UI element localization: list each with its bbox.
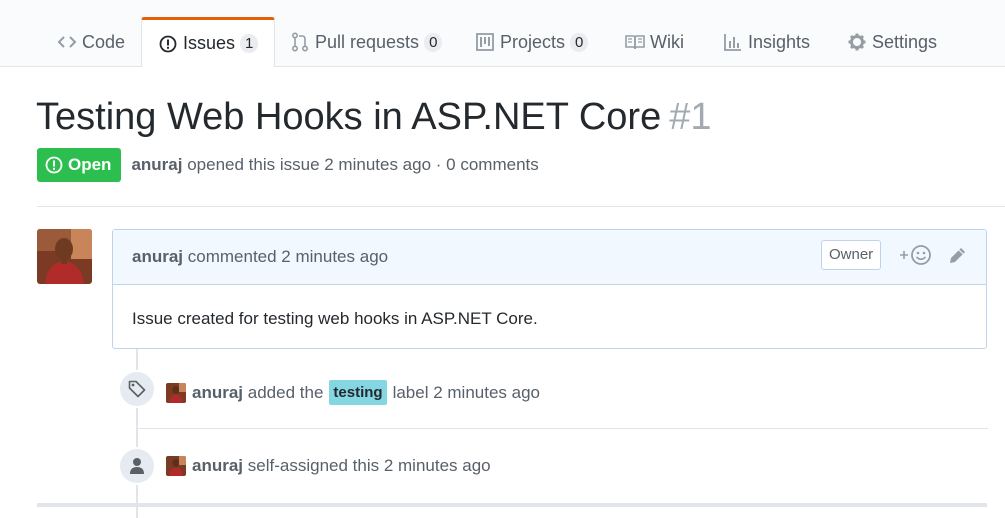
git-pull-request-icon: [290, 32, 310, 52]
issue-opened-icon: [158, 34, 178, 54]
state-label: Open: [68, 155, 112, 174]
graph-icon: [723, 32, 743, 52]
issues-counter: 1: [240, 34, 259, 53]
issue-opened-icon: [45, 156, 63, 174]
tab-projects[interactable]: Projects 0: [475, 18, 589, 66]
projects-counter: 0: [570, 32, 589, 52]
comment-meta: anuraj commented 2 minutes ago: [132, 247, 388, 267]
gear-icon: [847, 32, 867, 52]
issue-number: #1: [669, 96, 712, 138]
tab-insights[interactable]: Insights: [723, 18, 810, 66]
tab-code-label: Code: [82, 31, 126, 52]
issue-title-text: Testing Web Hooks in ASP.NET Core: [36, 96, 662, 138]
comment-header: anuraj commented 2 minutes ago Owner: [113, 230, 986, 285]
code-icon: [57, 32, 77, 52]
book-icon: [625, 32, 645, 52]
timeline-end-bar: [37, 503, 987, 507]
tab-wiki[interactable]: Wiki: [625, 18, 684, 66]
edit-button[interactable]: [947, 246, 967, 271]
actor-avatar[interactable]: [166, 456, 186, 476]
comment-body: Issue created for testing web hooks in A…: [132, 309, 538, 328]
avatar[interactable]: [37, 229, 92, 284]
comment-time[interactable]: commented 2 minutes ago: [188, 247, 388, 266]
issue-meta: Open anuraj opened this issue 2 minutes …: [37, 148, 539, 182]
owner-badge: Owner: [821, 240, 882, 270]
event-text-after: label 2 minutes ago: [392, 382, 541, 402]
timeline-divider: [137, 428, 988, 429]
tab-pull-requests-label: Pull requests: [315, 31, 420, 52]
tab-code[interactable]: Code: [57, 18, 125, 66]
tab-issues-label: Issues: [183, 33, 236, 53]
author-link[interactable]: anuraj: [131, 155, 182, 174]
header-divider: [37, 206, 1005, 207]
person-icon: [130, 458, 144, 474]
pencil-icon: [950, 248, 965, 263]
tab-wiki-label: Wiki: [650, 31, 684, 52]
tab-projects-label: Projects: [500, 31, 566, 52]
actor-link[interactable]: anuraj: [192, 383, 243, 403]
comment-box: anuraj commented 2 minutes ago Owner Iss…: [112, 229, 987, 349]
issue-title: Testing Web Hooks in ASP.NET Core #1: [36, 92, 711, 142]
issue-meta-text: anuraj opened this issue 2 minutes ago ·…: [131, 155, 538, 175]
timeline-event-labeled: anuraj added the testing label 2 minutes…: [166, 380, 540, 405]
tab-insights-label: Insights: [748, 31, 811, 52]
event-text-before: added the: [247, 382, 324, 402]
comment-author-link[interactable]: anuraj: [132, 247, 183, 266]
event-text: self-assigned this 2 minutes ago: [247, 456, 491, 475]
smiley-icon: [900, 245, 931, 265]
repo-nav: Code Issues 1 Pull requests 0 Projects 0…: [0, 0, 1005, 67]
tab-settings[interactable]: Settings: [847, 18, 937, 66]
label-testing[interactable]: testing: [329, 380, 387, 405]
timeline-event-assigned: anuraj self-assigned this 2 minutes ago: [166, 456, 491, 476]
opened-text: opened this issue 2 minutes ago · 0 comm…: [187, 155, 539, 174]
tab-settings-label: Settings: [872, 31, 938, 52]
add-reaction-button[interactable]: [899, 244, 933, 266]
tag-icon: [128, 380, 146, 398]
timeline-badge: [118, 370, 156, 408]
tab-issues[interactable]: Issues 1: [141, 17, 276, 67]
actor-avatar[interactable]: [166, 382, 186, 403]
tab-pull-requests[interactable]: Pull requests 0: [290, 18, 443, 66]
state-badge: Open: [37, 148, 122, 182]
actor-link[interactable]: anuraj: [192, 456, 243, 476]
timeline-badge: [118, 447, 156, 485]
project-icon: [475, 32, 495, 52]
pull-requests-counter: 0: [424, 32, 443, 52]
